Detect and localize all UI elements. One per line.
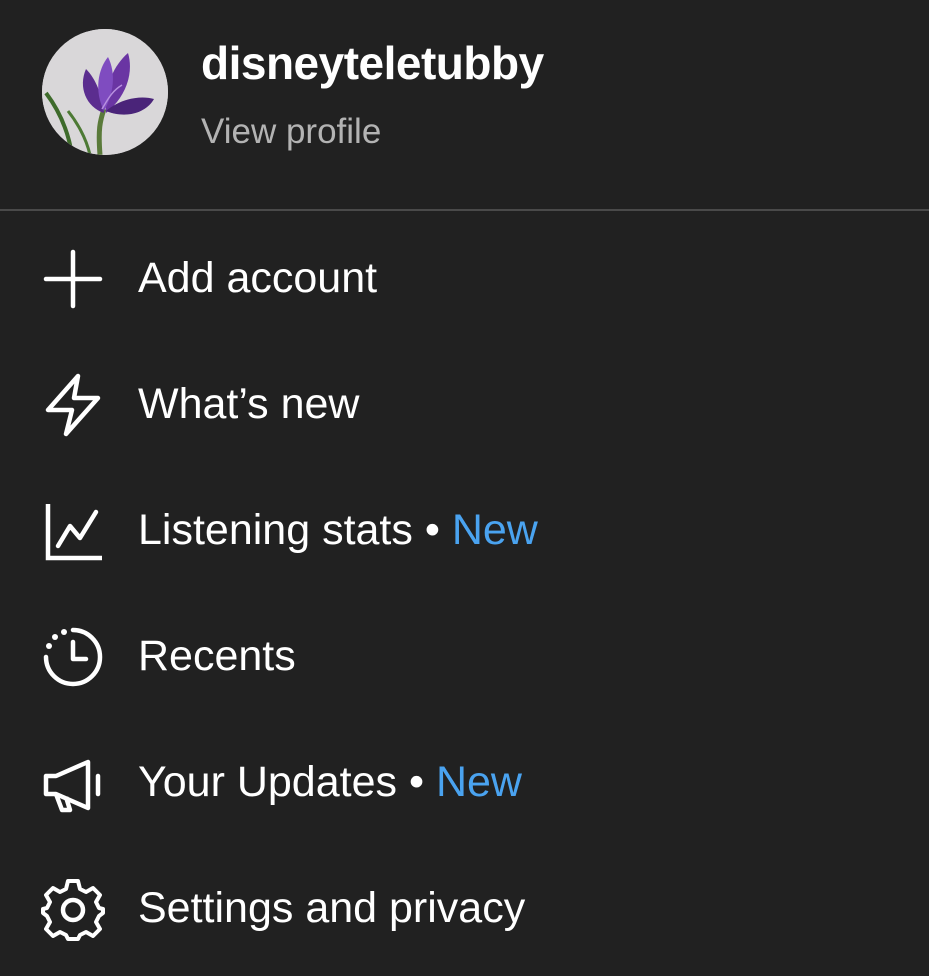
menu-item-listening-stats[interactable]: Listening stats • New	[0, 466, 929, 592]
menu-item-label: Listening stats	[138, 506, 413, 554]
new-badge: New	[435, 758, 522, 806]
divider	[0, 209, 929, 211]
menu-item-whats-new[interactable]: What’s new	[0, 340, 929, 466]
username: disneyteletubby	[201, 37, 544, 89]
view-profile-link[interactable]: View profile	[201, 110, 381, 154]
megaphone-icon	[40, 750, 106, 816]
menu-item-label: Settings and privacy	[138, 884, 526, 932]
profile-header[interactable]: disneyteletubby View profile	[0, 0, 929, 211]
menu-item-label: Add account	[138, 254, 378, 302]
menu-item-your-updates[interactable]: Your Updates • New	[0, 718, 929, 844]
menu-item-label: What’s new	[138, 380, 360, 428]
badge-separator: •	[397, 758, 436, 806]
gear-icon	[40, 876, 106, 942]
menu-item-settings-and-privacy[interactable]: Settings and privacy	[0, 844, 929, 970]
lightning-bolt-icon	[40, 372, 106, 438]
menu-item-label: Recents	[138, 632, 296, 680]
line-chart-icon	[40, 498, 106, 564]
plus-icon	[40, 246, 106, 312]
avatar[interactable]	[42, 29, 168, 155]
menu-item-label: Your Updates	[138, 758, 397, 806]
new-badge: New	[451, 506, 538, 554]
recent-clock-icon	[40, 624, 106, 690]
menu-item-add-account[interactable]: Add account	[0, 214, 929, 340]
menu-item-recents[interactable]: Recents	[0, 592, 929, 718]
badge-separator: •	[412, 506, 452, 554]
crocus-flower-photo	[42, 29, 168, 155]
